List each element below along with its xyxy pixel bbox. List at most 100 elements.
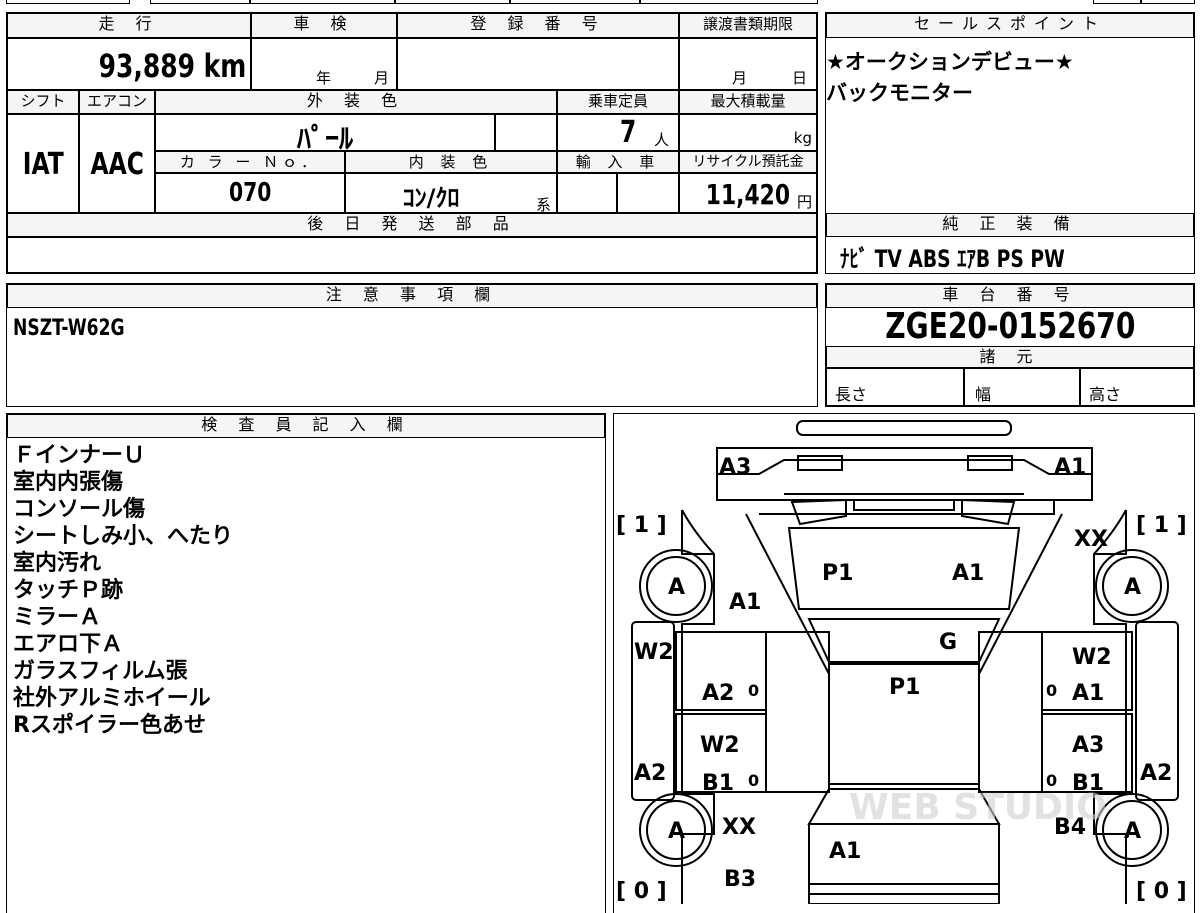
hood-vent-left — [790, 498, 847, 526]
vehicle-info-table: 走 行 車 検 登 録 番 号 譲渡書類期限 93,889 km 年 月 月 日… — [6, 12, 818, 274]
inspector-panel: 検 査 員 記 入 欄 ＦインナーＵ 室内内張傷 コンソール傷 シートしみ小、へ… — [6, 413, 606, 913]
top-cut-cell-3 — [250, 0, 395, 4]
interior-color-header: 内 装 色 — [345, 151, 557, 173]
inspector-note: ガラスフィルム張 — [13, 659, 188, 684]
mark-right-door-front-zero: 0 — [1046, 681, 1057, 700]
later-parts-cell — [7, 237, 817, 273]
watermark-text: WEB STUDIO — [849, 787, 1107, 828]
max-load-cell: kg — [679, 114, 817, 151]
aircon-header: エアコン — [79, 90, 155, 114]
headlight-left — [797, 455, 843, 471]
mark-front-right: A1 — [1054, 455, 1086, 480]
mark-fender-left: A1 — [729, 590, 761, 615]
equipment-header: 純 正 装 備 — [826, 213, 1194, 237]
max-load-header: 最大積載量 — [679, 90, 817, 114]
headlight-right — [967, 455, 1013, 471]
top-cut-cell-5 — [510, 0, 640, 4]
fender-left-curve — [681, 509, 715, 555]
mark-tire-rl: A — [668, 819, 685, 844]
exterior-color-extra-cell — [495, 114, 557, 151]
capacity-header: 乗車定員 — [557, 90, 679, 114]
mark-tire-rr: A — [1124, 819, 1141, 844]
shaken-month-unit: 月 — [374, 69, 390, 87]
mark-tire-fl: A — [668, 575, 685, 600]
capacity-cell: 7 人 — [557, 114, 679, 151]
inspector-note: Rスポイラー色あせ — [13, 713, 206, 738]
color-no-value: 070 — [228, 178, 272, 208]
inspector-note: コンソール傷 — [13, 497, 146, 522]
inspector-note: 室内汚れ — [13, 551, 102, 576]
caution-header: 注 意 事 項 欄 — [7, 284, 817, 308]
mark-left-door-rear: B1 — [702, 771, 734, 796]
registration-cell — [397, 38, 679, 90]
top-cut-cell-7 — [1093, 0, 1141, 4]
mark-rear-bumper: B3 — [724, 867, 756, 892]
inspector-header: 検 査 員 記 入 欄 — [7, 414, 605, 438]
exterior-color-header: 外 装 色 — [155, 90, 557, 114]
mark-right-w2-top: W2 — [1072, 645, 1112, 670]
pillar-right-line — [978, 513, 1063, 675]
hood-center — [853, 499, 955, 511]
mark-tire-fr: A — [1124, 575, 1141, 600]
inspector-note: エアロ下Ａ — [13, 632, 124, 657]
mark-left-rear-xx: XX — [722, 815, 756, 840]
top-cut-cell-8 — [1141, 0, 1195, 4]
length-label: 長さ — [835, 385, 868, 404]
mileage-value: 93,889 km — [98, 47, 246, 85]
mileage-header: 走 行 — [7, 13, 251, 38]
aircon-cell: AAC — [79, 114, 155, 213]
length-cell: 長さ — [826, 368, 964, 406]
mark-roof: P1 — [889, 675, 920, 700]
mark-front-right-bracket: [ 1 ] — [1136, 513, 1187, 538]
mark-left-door-front: A2 — [702, 681, 734, 706]
inspector-note: 社外アルミホイール — [13, 686, 211, 711]
car-diagram: A3 A1 [ 1 ] [ 1 ] XX A A A A A1 P1 A1 G … — [616, 420, 1187, 904]
inspector-lines: ＦインナーＵ 室内内張傷 コンソール傷 シートしみ小、へたり 室内汚れ タッチＰ… — [13, 442, 233, 739]
later-parts-header: 後 日 発 送 部 品 — [7, 213, 817, 237]
transfer-month-unit: 月 — [732, 69, 748, 87]
top-cut-cell-1 — [6, 0, 130, 4]
registration-header: 登 録 番 号 — [397, 13, 679, 38]
top-cut-cell-2 — [150, 0, 250, 4]
mark-left-door-rear-w2: W2 — [700, 733, 740, 758]
import-header: 輸 入 車 — [557, 151, 679, 173]
import-cell-a — [557, 173, 617, 213]
aircon-value: AAC — [90, 147, 144, 182]
mark-windshield-right: A1 — [952, 561, 984, 586]
sales-point-line: ★オークションデビュー★ — [826, 50, 1074, 74]
shaken-header: 車 検 — [251, 13, 397, 38]
damage-marks: A3 A1 [ 1 ] [ 1 ] XX A A A A A1 P1 A1 G … — [616, 455, 1187, 904]
mark-left-door-front-zero: 0 — [748, 681, 759, 700]
mark-rear-right-bracket: [ 0 ] — [1136, 879, 1187, 904]
sales-point-lines: ★オークションデビュー★ バックモニター — [826, 47, 1074, 109]
capacity-value: 7 — [620, 115, 637, 150]
inspector-note: タッチＰ跡 — [13, 578, 124, 603]
recycle-header: リサイクル預託金 — [679, 151, 817, 173]
max-load-unit: kg — [793, 129, 812, 147]
chassis-number: ZGE20-0152670 — [884, 306, 1136, 347]
mark-glass-g: G — [939, 630, 957, 655]
width-cell: 幅 — [964, 368, 1080, 406]
mark-right-side-a2: A2 — [1140, 761, 1172, 786]
damage-diagram-panel: A3 A1 [ 1 ] [ 1 ] XX A A A A A1 P1 A1 G … — [613, 413, 1195, 913]
shift-value: IAT — [22, 147, 64, 182]
caution-panel: 注 意 事 項 欄 NSZT-W62G — [6, 283, 818, 407]
top-cut-cell-6 — [640, 0, 818, 4]
mark-front-left-bracket: [ 1 ] — [616, 513, 667, 538]
mark-right-door-front: A1 — [1072, 681, 1104, 706]
front-grille-shape — [796, 420, 1012, 436]
transfer-deadline-cell: 月 日 — [679, 38, 817, 90]
color-no-header: カ ラ ー Ｎｏ． — [155, 151, 345, 173]
inspector-note: ＦインナーＵ — [13, 443, 146, 468]
height-cell: 高さ — [1080, 368, 1194, 406]
chassis-panel: 車 台 番 号 ZGE20-0152670 諸 元 長さ 幅 高さ — [825, 283, 1195, 407]
front-bumper-outline — [716, 447, 1093, 501]
recycle-value: 11,420 — [705, 178, 790, 211]
chassis-header: 車 台 番 号 — [826, 284, 1194, 308]
interior-color-cell: ｺﾝ/ｸﾛ 系 — [345, 173, 557, 214]
inspector-note: シートしみ小、へたり — [13, 524, 234, 549]
width-label: 幅 — [975, 385, 992, 404]
inspector-note: ミラーＡ — [13, 605, 102, 630]
interior-color-suffix: 系 — [536, 196, 552, 214]
recycle-cell: 11,420 円 — [679, 173, 817, 213]
